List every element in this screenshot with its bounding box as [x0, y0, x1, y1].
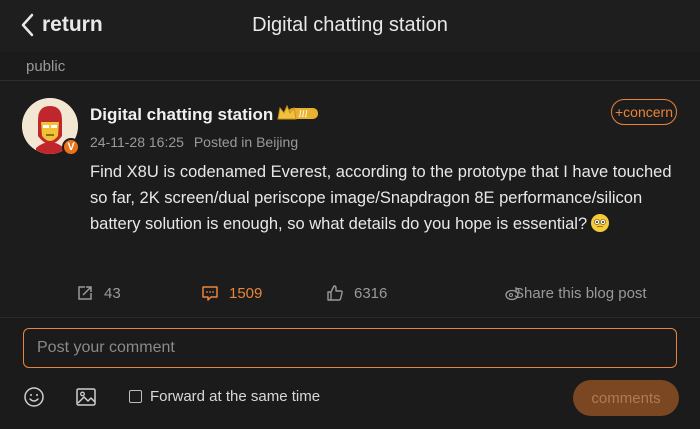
repost-count: 43	[104, 284, 121, 302]
thumbs-up-icon	[327, 285, 343, 301]
post-timestamp: 24-11-28 16:25	[90, 134, 184, 150]
submit-comment-button[interactable]: comments	[573, 380, 679, 416]
forward-option: Forward at the same time	[129, 388, 320, 405]
verified-badge: V	[62, 138, 80, 156]
post-location: Posted in Beijing	[193, 134, 299, 150]
section-label: public	[26, 58, 66, 75]
page-title: Digital chatting station	[252, 14, 448, 36]
post-text: Find X8U is codenamed Everest, according…	[90, 163, 672, 233]
comment-button[interactable]: 1509	[201, 284, 262, 302]
comment-count: 1509	[229, 284, 263, 302]
forward-label: Forward at the same time	[150, 388, 321, 405]
emoji-icon	[24, 387, 44, 407]
like-button[interactable]: 6316	[326, 284, 387, 302]
header: return Digital chatting station	[0, 0, 700, 52]
post-content: Find X8U is codenamed Everest, according…	[90, 159, 680, 237]
share-icon	[78, 286, 92, 300]
divider	[0, 317, 700, 318]
post-card: V Digital chatting station III 24-11-28 …	[0, 81, 700, 317]
image-icon	[76, 388, 96, 406]
forward-checkbox[interactable]	[129, 390, 142, 403]
repost-button[interactable]: 43	[76, 284, 121, 302]
crown-icon: III	[277, 104, 318, 120]
share-blog-label: Share this blog post	[514, 284, 647, 302]
comment-input[interactable]	[23, 328, 677, 368]
share-blog-button[interactable]: Share this blog post	[504, 284, 647, 302]
post-actions: 43 1509 6316 Share this blog post	[0, 279, 700, 309]
svg-text:III: III	[298, 109, 309, 119]
post-meta: 24-11-28 16:25 Posted in Beijing	[90, 134, 298, 150]
author-name[interactable]: Digital chatting station	[90, 105, 273, 125]
emoji-button[interactable]	[23, 386, 45, 408]
comment-icon	[202, 286, 218, 301]
like-count: 6316	[354, 284, 388, 302]
follow-button[interactable]: +concern	[611, 99, 677, 125]
thinking-emoji-icon	[591, 214, 610, 232]
image-button[interactable]	[75, 386, 97, 408]
